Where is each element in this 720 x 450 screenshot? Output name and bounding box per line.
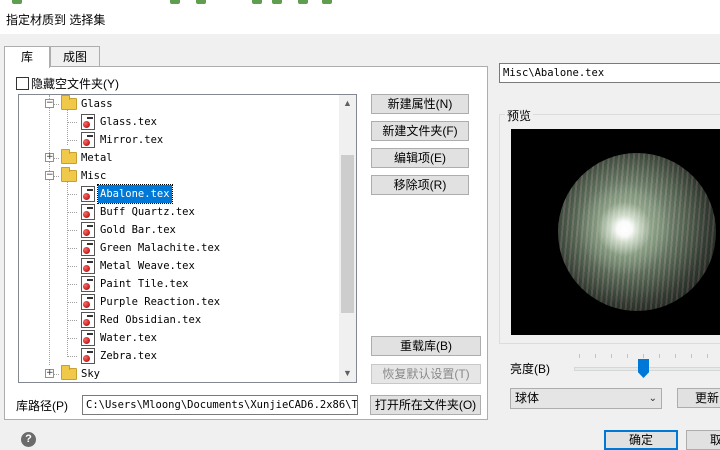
- material-file-icon: [81, 348, 95, 364]
- material-file-icon: [81, 240, 95, 256]
- preview-shape-select[interactable]: 球体 ⌄: [510, 388, 662, 409]
- material-file-icon: [81, 294, 95, 310]
- tree-item-purple-reaction-tex[interactable]: Purple Reaction.tex: [19, 293, 339, 311]
- expand-icon[interactable]: +: [45, 153, 54, 162]
- ok-button[interactable]: 确定: [604, 430, 678, 450]
- new-folder-button[interactable]: 新建文件夹(F): [371, 121, 469, 141]
- material-file-icon: [81, 312, 95, 328]
- tree-folder-misc[interactable]: − Misc: [19, 167, 339, 185]
- tree-folder-metal[interactable]: + Metal: [19, 149, 339, 167]
- material-file-icon: [81, 222, 95, 238]
- preview-sphere: [558, 153, 716, 311]
- hide-empty-folders-checkbox[interactable]: 隐藏空文件夹(Y): [16, 75, 119, 92]
- restore-defaults-button[interactable]: 恢复默认设置(T): [371, 364, 481, 384]
- reload-library-button[interactable]: 重载库(B): [371, 336, 481, 356]
- material-preview: [511, 129, 720, 335]
- tree-item-water-tex[interactable]: Water.tex: [19, 329, 339, 347]
- tree-item-zebra-tex[interactable]: Zebra.tex: [19, 347, 339, 365]
- material-file-icon: [81, 186, 95, 202]
- background-icon: [322, 0, 332, 4]
- material-file-icon: [81, 276, 95, 292]
- folder-icon: [61, 167, 77, 182]
- open-folder-button[interactable]: 打开所在文件夹(O): [370, 395, 481, 415]
- background-icon: [196, 0, 206, 4]
- folder-icon: [61, 149, 77, 164]
- collapse-icon[interactable]: −: [45, 171, 54, 180]
- tree-item-buff-quartz-tex[interactable]: Buff Quartz.tex: [19, 203, 339, 221]
- tree-item-glass-tex[interactable]: Glass.tex: [19, 113, 339, 131]
- update-button[interactable]: 更新: [677, 388, 720, 408]
- material-file-icon: [81, 204, 95, 220]
- chevron-down-icon: ⌄: [648, 393, 657, 404]
- brightness-slider[interactable]: [574, 352, 720, 382]
- selected-material-path[interactable]: Misc\Abalone.tex: [499, 63, 720, 83]
- background-icon: [12, 0, 22, 4]
- folder-icon: [61, 95, 77, 110]
- material-file-icon: [81, 330, 95, 346]
- new-attribute-button[interactable]: 新建属性(N): [371, 94, 469, 114]
- library-path-label: 库路径(P): [16, 399, 68, 413]
- tree-scrollbar[interactable]: ▲ ▼: [339, 95, 356, 382]
- tree-item-abalone-tex[interactable]: Abalone.tex: [19, 184, 339, 204]
- tree-item-mirror-tex[interactable]: Mirror.tex: [19, 131, 339, 149]
- preview-label: 预览: [505, 107, 534, 124]
- tab-rendering[interactable]: 成图: [50, 46, 100, 67]
- material-file-icon: [81, 258, 95, 274]
- background-icon: [170, 0, 180, 4]
- cancel-button[interactable]: 取: [686, 430, 720, 450]
- tree-item-metal-weave-tex[interactable]: Metal Weave.tex: [19, 257, 339, 275]
- window-title: 指定材质到 选择集: [6, 13, 106, 27]
- scroll-up-icon[interactable]: ▲: [339, 95, 356, 112]
- checkbox-box[interactable]: [16, 77, 29, 90]
- scroll-thumb[interactable]: [341, 155, 354, 313]
- checkbox-label: 隐藏空文件夹(Y): [31, 77, 119, 91]
- edit-item-button[interactable]: 编辑项(E): [371, 148, 469, 168]
- material-tree[interactable]: − Glass Glass.tex Mirror.tex + Metal − M…: [18, 94, 357, 383]
- background-icon: [272, 0, 282, 4]
- help-icon[interactable]: ?: [21, 432, 36, 447]
- tree-item-paint-tile-tex[interactable]: Paint Tile.tex: [19, 275, 339, 293]
- scroll-down-icon[interactable]: ▼: [339, 365, 356, 382]
- expand-icon[interactable]: +: [45, 369, 54, 378]
- title-bar: 指定材质到 选择集: [0, 6, 720, 34]
- material-file-icon: [81, 114, 95, 130]
- tree-item-gold-bar-tex[interactable]: Gold Bar.tex: [19, 221, 339, 239]
- library-path-input[interactable]: C:\Users\Mloong\Documents\XunjieCAD6.2x8…: [82, 395, 358, 415]
- slider-thumb[interactable]: [638, 359, 649, 378]
- brightness-label: 亮度(B): [510, 362, 550, 376]
- tree-folder-sky[interactable]: + Sky: [19, 365, 339, 382]
- material-file-icon: [81, 132, 95, 148]
- background-icon: [298, 0, 308, 4]
- background-icon: [252, 0, 262, 4]
- remove-item-button[interactable]: 移除项(R): [371, 175, 469, 195]
- select-value: 球体: [515, 391, 540, 405]
- tree-item-red-obsidian-tex[interactable]: Red Obsidian.tex: [19, 311, 339, 329]
- tree-folder-glass[interactable]: − Glass: [19, 95, 339, 113]
- folder-icon: [61, 365, 77, 380]
- tab-library[interactable]: 库: [4, 46, 50, 68]
- tree-item-green-malachite-tex[interactable]: Green Malachite.tex: [19, 239, 339, 257]
- collapse-icon[interactable]: −: [45, 99, 54, 108]
